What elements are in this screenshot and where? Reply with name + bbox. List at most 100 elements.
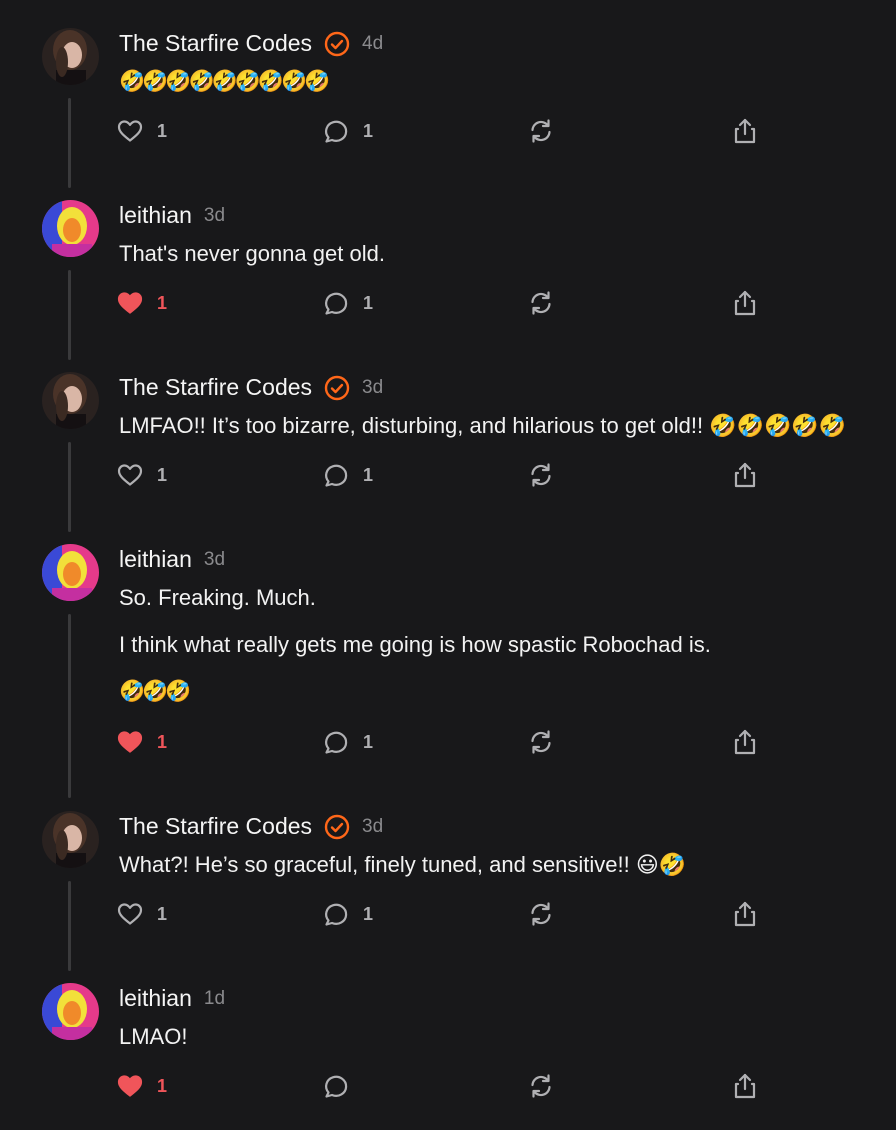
thread-line bbox=[68, 270, 71, 360]
comment-text: What?! He’s so graceful, finely tuned, a… bbox=[119, 852, 687, 877]
reply-button[interactable]: 1 bbox=[323, 727, 373, 757]
author-name[interactable]: The Starfire Codes bbox=[119, 374, 312, 401]
comment-body: LMFAO!! It’s too bizarre, disturbing, an… bbox=[119, 412, 889, 459]
author-name[interactable]: leithian bbox=[119, 546, 192, 573]
reply-count: 1 bbox=[363, 120, 374, 141]
author-name[interactable]: leithian bbox=[119, 985, 192, 1012]
comment-body: 🤣🤣🤣🤣🤣🤣🤣🤣🤣 bbox=[119, 68, 889, 115]
comment: The Starfire Codes 4d 🤣🤣🤣🤣🤣🤣🤣🤣🤣 1 1 bbox=[0, 28, 896, 188]
like-count: 1 bbox=[157, 292, 168, 313]
comment-actions: 1 1 bbox=[117, 288, 777, 318]
comment-body: LMAO! bbox=[119, 1023, 889, 1070]
reply-button[interactable] bbox=[323, 1071, 349, 1101]
speech-bubble-icon bbox=[325, 120, 348, 143]
comment-text: So. Freaking. Much. bbox=[119, 585, 316, 610]
verified-check-icon bbox=[324, 814, 350, 840]
restack-button[interactable] bbox=[528, 1071, 554, 1101]
restack-button[interactable] bbox=[528, 899, 554, 929]
author-name[interactable]: The Starfire Codes bbox=[119, 30, 312, 57]
verified-check-icon bbox=[324, 31, 350, 57]
timestamp[interactable]: 3d bbox=[362, 816, 383, 838]
comment: The Starfire Codes 3d LMFAO!! It’s too b… bbox=[0, 372, 896, 532]
speech-bubble-icon bbox=[325, 731, 348, 754]
thread-line bbox=[68, 98, 71, 188]
restack-arrows-icon bbox=[531, 463, 551, 487]
share-button[interactable] bbox=[733, 460, 757, 490]
comment-text: That's never gonna get old. bbox=[119, 241, 385, 266]
comment-actions: 1 bbox=[117, 1071, 777, 1101]
thread-line bbox=[68, 614, 71, 798]
heart-filled-icon bbox=[117, 292, 143, 314]
restack-button[interactable] bbox=[528, 116, 554, 146]
verified-check-icon bbox=[324, 375, 350, 401]
share-button[interactable] bbox=[733, 116, 757, 146]
like-button[interactable]: 1 bbox=[117, 1071, 167, 1101]
avatar[interactable] bbox=[42, 983, 99, 1040]
reply-button[interactable]: 1 bbox=[323, 116, 373, 146]
avatar[interactable] bbox=[42, 811, 99, 868]
restack-arrows-icon bbox=[531, 119, 551, 143]
author-name[interactable]: leithian bbox=[119, 202, 192, 229]
reply-count: 1 bbox=[363, 903, 374, 924]
comment-body: So. Freaking. Much. I think what really … bbox=[119, 584, 889, 725]
restack-arrows-icon bbox=[531, 1074, 551, 1098]
comment-text: I think what really gets me going is how… bbox=[119, 632, 711, 657]
comment: leithian 3d So. Freaking. Much. I think … bbox=[0, 544, 896, 799]
comment-text: 🤣🤣🤣 bbox=[119, 680, 191, 703]
reply-button[interactable]: 1 bbox=[323, 460, 373, 490]
timestamp[interactable]: 3d bbox=[362, 377, 383, 399]
heart-filled-icon bbox=[117, 731, 143, 753]
like-button[interactable]: 1 bbox=[117, 727, 167, 757]
thread-line bbox=[68, 442, 71, 532]
avatar[interactable] bbox=[42, 200, 99, 257]
author-name[interactable]: The Starfire Codes bbox=[119, 813, 312, 840]
avatar[interactable] bbox=[42, 544, 99, 601]
share-upload-icon bbox=[734, 901, 756, 927]
restack-button[interactable] bbox=[528, 727, 554, 757]
like-count: 1 bbox=[157, 464, 168, 485]
comment-actions: 1 1 bbox=[117, 899, 777, 929]
comment: leithian 3d That's never gonna get old. … bbox=[0, 200, 896, 360]
comment-body: What?! He’s so graceful, finely tuned, a… bbox=[119, 851, 889, 898]
reply-button[interactable]: 1 bbox=[323, 899, 373, 929]
speech-bubble-icon bbox=[325, 292, 348, 315]
timestamp[interactable]: 3d bbox=[204, 205, 225, 227]
comment-text: 🤣🤣🤣🤣🤣🤣🤣🤣🤣 bbox=[119, 70, 330, 93]
like-button[interactable]: 1 bbox=[117, 460, 167, 490]
comment-thread: The Starfire Codes 4d 🤣🤣🤣🤣🤣🤣🤣🤣🤣 1 1 leit… bbox=[0, 0, 896, 1130]
heart-filled-icon bbox=[117, 1075, 143, 1097]
restack-button[interactable] bbox=[528, 288, 554, 318]
heart-icon bbox=[117, 120, 143, 142]
reply-button[interactable]: 1 bbox=[323, 288, 373, 318]
speech-bubble-icon bbox=[325, 464, 348, 487]
comment-actions: 1 1 bbox=[117, 116, 777, 146]
like-button[interactable]: 1 bbox=[117, 899, 167, 929]
comment-actions: 1 1 bbox=[117, 727, 777, 757]
share-button[interactable] bbox=[733, 727, 757, 757]
share-button[interactable] bbox=[733, 899, 757, 929]
heart-icon bbox=[117, 903, 143, 925]
avatar[interactable] bbox=[42, 372, 99, 429]
share-upload-icon bbox=[734, 290, 756, 316]
comment: The Starfire Codes 3d What?! He’s so gra… bbox=[0, 811, 896, 971]
share-button[interactable] bbox=[733, 1071, 757, 1101]
avatar[interactable] bbox=[42, 28, 99, 85]
restack-arrows-icon bbox=[531, 291, 551, 315]
timestamp[interactable]: 3d bbox=[204, 549, 225, 571]
comment-actions: 1 1 bbox=[117, 460, 777, 490]
like-count: 1 bbox=[157, 120, 168, 141]
like-button[interactable]: 1 bbox=[117, 288, 167, 318]
comment-text: LMAO! bbox=[119, 1024, 188, 1049]
share-upload-icon bbox=[734, 462, 756, 488]
restack-arrows-icon bbox=[531, 730, 551, 754]
timestamp[interactable]: 4d bbox=[362, 33, 383, 55]
restack-button[interactable] bbox=[528, 460, 554, 490]
share-upload-icon bbox=[734, 118, 756, 144]
heart-icon bbox=[117, 464, 143, 486]
like-count: 1 bbox=[157, 1075, 168, 1096]
share-upload-icon bbox=[734, 729, 756, 755]
share-button[interactable] bbox=[733, 288, 757, 318]
reply-count: 1 bbox=[363, 731, 374, 752]
timestamp[interactable]: 1d bbox=[204, 988, 225, 1010]
like-button[interactable]: 1 bbox=[117, 116, 167, 146]
